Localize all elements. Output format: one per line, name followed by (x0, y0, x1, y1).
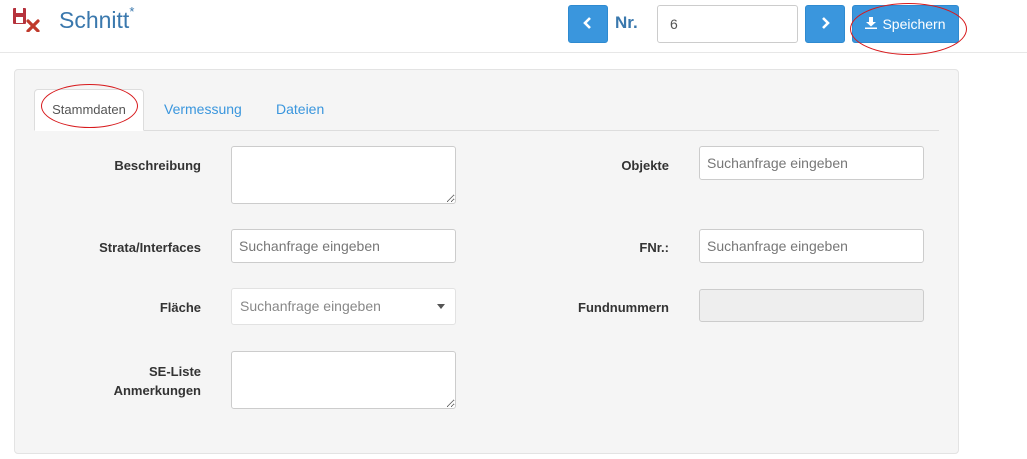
fnr-label: FNr.: (639, 240, 669, 255)
unsaved-marker: * (129, 4, 135, 19)
save-label: Speichern (882, 16, 946, 32)
chevron-right-icon (820, 16, 830, 32)
page-title: Schnitt* (59, 4, 135, 33)
chevron-left-icon (583, 16, 593, 32)
previous-button[interactable] (568, 5, 608, 43)
fundnummern-label: Fundnummern (578, 300, 669, 315)
delete-file-icon (12, 6, 42, 33)
anmerkungen-field[interactable] (231, 351, 456, 409)
fundnummern-field (699, 289, 924, 322)
flaeche-select[interactable]: Suchanfrage eingeben (231, 288, 456, 325)
nr-input[interactable] (657, 5, 798, 43)
objekte-label: Objekte (621, 158, 669, 173)
tab-vermessung[interactable]: Vermessung (154, 89, 252, 131)
nr-label: Nr. (615, 13, 638, 32)
top-bar: Schnitt* Nr. Speichern (0, 0, 1027, 53)
anmerkungen-label: Anmerkungen (113, 383, 201, 398)
beschreibung-label: Beschreibung (114, 158, 201, 173)
tab-bar: Stammdaten Vermessung Dateien (34, 89, 939, 131)
beschreibung-field[interactable] (231, 146, 456, 204)
next-button[interactable] (805, 5, 845, 43)
save-button[interactable]: Speichern (852, 5, 959, 43)
strata-label: Strata/Interfaces (99, 240, 201, 255)
caret-down-icon (437, 304, 445, 309)
flaeche-placeholder: Suchanfrage eingeben (240, 298, 381, 314)
flaeche-label: Fläche (159, 300, 201, 315)
strata-search-input[interactable] (231, 229, 456, 263)
objekte-search-input[interactable] (699, 146, 924, 180)
se-liste-label: SE-Liste (148, 364, 201, 379)
fnr-search-input[interactable] (699, 229, 924, 263)
tab-stammdaten[interactable]: Stammdaten (34, 89, 144, 131)
download-icon (865, 16, 878, 32)
tab-dateien[interactable]: Dateien (266, 89, 334, 131)
